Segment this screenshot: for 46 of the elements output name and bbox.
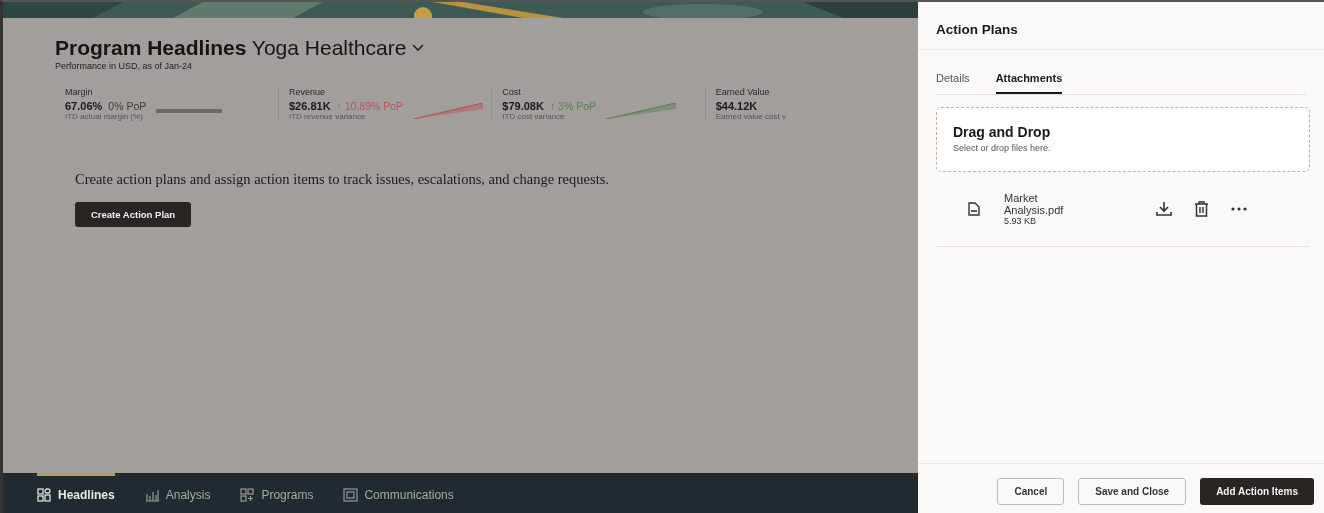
- metric-value: $44.12K: [715, 100, 758, 112]
- bar-chart-icon: [144, 487, 160, 502]
- page-subtitle: Performance in USD, as of Jan-24: [55, 61, 194, 71]
- create-action-plan-button[interactable]: Create Action Plan: [75, 202, 192, 227]
- drop-zone-hint: Select or drop files here.: [953, 143, 1052, 153]
- panel-title: Action Plans: [918, 2, 1324, 50]
- file-icon: [968, 202, 980, 216]
- message-text: Create action plans and assign action items to track issues, escalations, and change requests.: [75, 171, 610, 188]
- metric-label: Earned Value: [715, 87, 771, 97]
- nav-tab[interactable]: Analysis: [144, 473, 211, 513]
- drop-zone-title: Drag and Drop: [953, 124, 1052, 140]
- chevron-down-icon: [412, 44, 425, 52]
- window-icon: [343, 487, 359, 502]
- metric-caption: ITD actual margin (%): [65, 112, 144, 121]
- metric-caption: Earned value cost v: [715, 112, 786, 121]
- file-size: 5.93 KB: [1004, 216, 1038, 226]
- file-name[interactable]: Market Analysis.pdf: [1004, 192, 1074, 216]
- metric-change: 0% PoP: [108, 100, 147, 112]
- metric-change: ↑ 10.89% PoP: [336, 100, 404, 112]
- metric-label: Margin: [65, 87, 94, 97]
- metric-value: $26.81K: [289, 100, 331, 112]
- metric-caption: ITD revenue variance: [289, 112, 367, 121]
- sparkline: [606, 102, 677, 119]
- more-icon: [1231, 207, 1247, 211]
- grid-icon: [37, 487, 52, 502]
- metric-value: 67.06%: [65, 100, 103, 112]
- page-title: Program Headlines Yoga Healthcare: [55, 36, 407, 60]
- metric-label: Revenue: [289, 87, 326, 97]
- footer-button[interactable]: Save and Close: [1078, 478, 1187, 505]
- download-icon: [1156, 201, 1172, 217]
- tab[interactable]: Attachments: [995, 72, 1063, 94]
- nav-tab[interactable]: Headlines: [37, 473, 115, 513]
- sparkline: [413, 102, 484, 119]
- footer-button[interactable]: Add Action Items: [1200, 478, 1314, 505]
- grid-plus-icon: [240, 487, 256, 502]
- trash-icon: [1194, 201, 1209, 217]
- metric-caption: ITD cost variance: [502, 112, 566, 121]
- footer-button[interactable]: Cancel: [997, 478, 1065, 505]
- nav-tab[interactable]: Programs: [240, 473, 314, 513]
- nav-tab[interactable]: Communications: [343, 473, 454, 513]
- metric-value: $79.08K: [502, 100, 544, 112]
- metric-label: Cost: [502, 87, 522, 97]
- drop-zone[interactable]: Drag and Drop Select or drop files here.: [936, 107, 1310, 172]
- sparkline: [156, 108, 223, 113]
- tab[interactable]: Details: [936, 72, 970, 94]
- metric-change: ↑ 3% PoP: [549, 100, 597, 112]
